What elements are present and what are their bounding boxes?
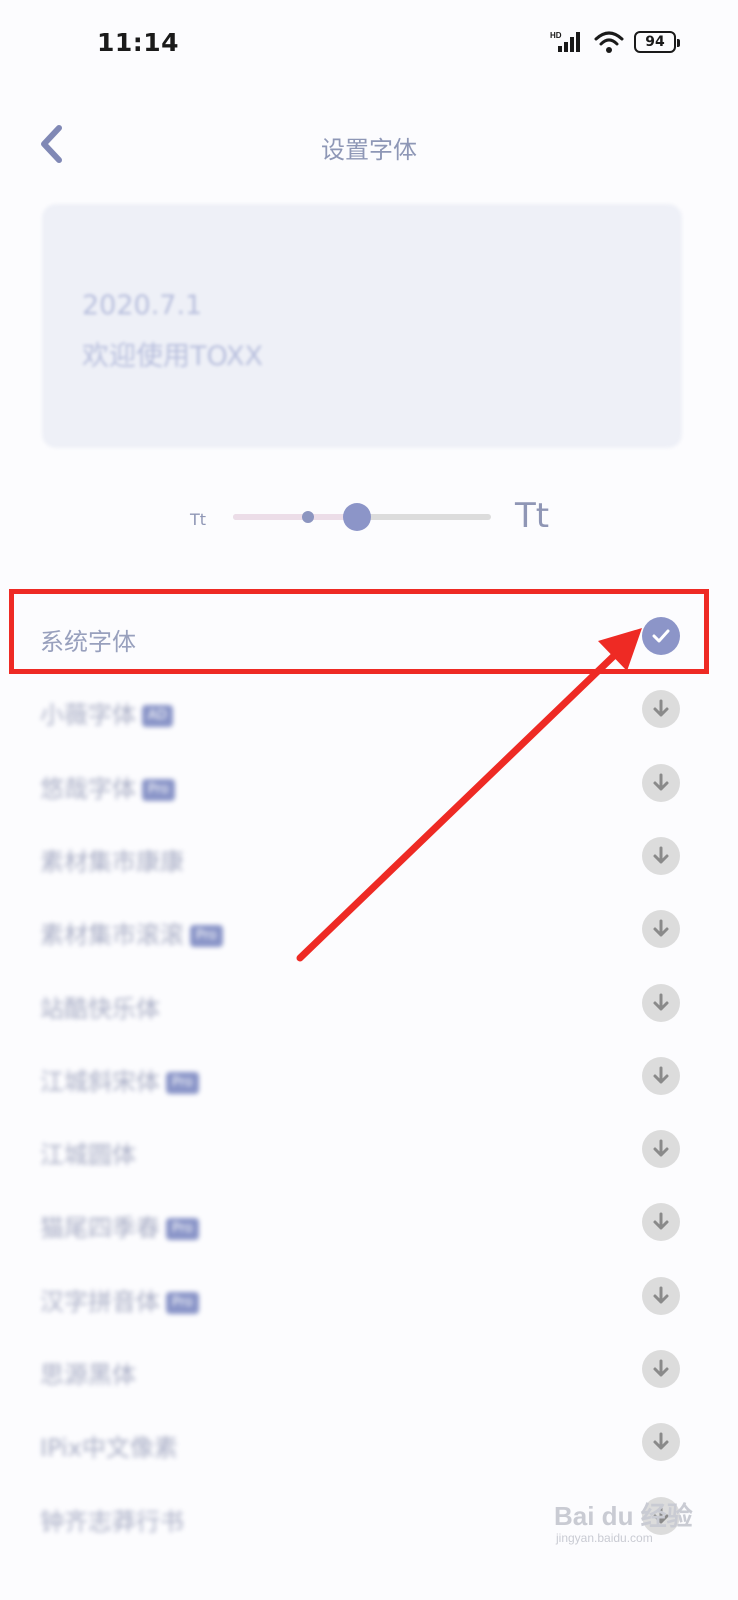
- font-list-item[interactable]: 江城圆体: [0, 1113, 738, 1187]
- font-list-item[interactable]: 悠哉字体 Pro: [0, 747, 738, 821]
- nav-bar: 设置字体: [0, 110, 738, 180]
- download-button[interactable]: [642, 1423, 680, 1461]
- selected-check-button[interactable]: [642, 617, 680, 655]
- font-name-label: 悠哉字体: [40, 775, 136, 803]
- font-list-item[interactable]: IPix中文像素: [0, 1406, 738, 1480]
- font-name-label: 汉字拼音体: [40, 1288, 160, 1316]
- font-name: 悠哉字体 Pro: [40, 769, 175, 804]
- font-list-item[interactable]: 站酷快乐体: [0, 967, 738, 1041]
- battery-indicator: 94: [634, 31, 680, 53]
- font-name-label: 江城斜宋体: [40, 1068, 160, 1096]
- font-badge: Pro: [142, 779, 175, 801]
- font-name-label: 江城圆体: [40, 1141, 136, 1169]
- font-name-label: 钟齐志莽行书: [40, 1508, 184, 1536]
- font-name: 系统字体: [40, 622, 136, 657]
- network-type-label: HD: [550, 31, 562, 40]
- download-icon: [653, 919, 669, 937]
- download-button[interactable]: [642, 984, 680, 1022]
- download-icon: [653, 846, 669, 864]
- wifi-icon: [594, 31, 624, 53]
- watermark-sub: jingyan.baidu.com: [556, 1531, 653, 1545]
- font-name: 江城圆体: [40, 1135, 136, 1170]
- status-icons: HD 94: [550, 30, 680, 54]
- font-badge: Pro: [166, 1292, 199, 1314]
- font-list-item[interactable]: 小薇字体 AD: [0, 673, 738, 747]
- font-name: 素材集市康康: [40, 842, 184, 877]
- font-name: 思源黑体: [40, 1355, 136, 1390]
- font-list-item[interactable]: 猫尾四季春 Pro: [0, 1186, 738, 1260]
- download-icon: [653, 773, 669, 791]
- preview-welcome-text: 欢迎使用TOXX: [82, 341, 264, 372]
- download-button[interactable]: [642, 1130, 680, 1168]
- slider-thumb[interactable]: [342, 503, 371, 531]
- download-icon: [653, 1359, 669, 1377]
- font-list-item[interactable]: 素材集市滚滚 Pro: [0, 893, 738, 967]
- font-name: 素材集市滚滚 Pro: [40, 915, 223, 950]
- watermark-text: Bai du 经验: [554, 1501, 693, 1531]
- font-badge: AD: [142, 705, 173, 727]
- font-list-item[interactable]: 系统字体: [0, 600, 738, 674]
- font-list-item[interactable]: 思源黑体: [0, 1333, 738, 1407]
- font-name: 小薇字体 AD: [40, 695, 173, 730]
- download-button[interactable]: [642, 764, 680, 802]
- download-icon: [653, 1066, 669, 1084]
- slider-default-mark: [301, 511, 314, 523]
- download-button[interactable]: [642, 1203, 680, 1241]
- font-list-item[interactable]: 汉字拼音体 Pro: [0, 1260, 738, 1334]
- download-icon: [653, 1432, 669, 1450]
- download-button[interactable]: [642, 837, 680, 875]
- status-bar: 11:14 HD 94: [0, 0, 738, 88]
- download-icon: [653, 1212, 669, 1230]
- slider-fill: [233, 514, 357, 520]
- font-name: 汉字拼音体 Pro: [40, 1282, 199, 1317]
- font-preview-card: 2020.7.1 欢迎使用TOXX: [42, 204, 682, 448]
- font-name-label: 素材集市康康: [40, 848, 184, 876]
- download-icon: [653, 699, 669, 717]
- preview-date: 2020.7.1: [82, 290, 203, 321]
- download-button[interactable]: [642, 690, 680, 728]
- font-name: IPix中文像素: [40, 1428, 178, 1463]
- font-name-label: 站酷快乐体: [40, 995, 160, 1023]
- download-icon: [653, 1139, 669, 1157]
- font-size-row: Tt Tt: [0, 490, 738, 550]
- font-name-label: 思源黑体: [40, 1361, 136, 1389]
- font-badge: Pro: [166, 1072, 199, 1094]
- font-name: 猫尾四季春 Pro: [40, 1208, 199, 1243]
- signal-icon: HD: [550, 31, 580, 52]
- small-size-label: Tt: [190, 510, 207, 529]
- download-button[interactable]: [642, 1350, 680, 1388]
- large-size-label: Tt: [515, 496, 550, 536]
- download-button[interactable]: [642, 1277, 680, 1315]
- font-name: 钟齐志莽行书: [40, 1502, 184, 1537]
- download-icon: [653, 993, 669, 1011]
- watermark: Bai du 经验 jingyan.baidu.com: [554, 1496, 693, 1545]
- font-name-label: 素材集市滚滚: [40, 921, 184, 949]
- font-list-item[interactable]: 江城斜宋体 Pro: [0, 1040, 738, 1114]
- status-time: 11:14: [97, 28, 180, 57]
- font-size-slider[interactable]: [233, 503, 491, 531]
- download-button[interactable]: [642, 910, 680, 948]
- font-name-label: 小薇字体: [40, 701, 136, 729]
- font-badge: Pro: [166, 1218, 199, 1240]
- font-name: 江城斜宋体 Pro: [40, 1062, 199, 1097]
- font-name: 站酷快乐体: [40, 989, 160, 1024]
- font-badge: Pro: [190, 925, 223, 947]
- font-list-item[interactable]: 素材集市康康: [0, 820, 738, 894]
- font-name-label: 系统字体: [40, 628, 136, 656]
- download-button[interactable]: [642, 1057, 680, 1095]
- font-name-label: 猫尾四季春: [40, 1214, 160, 1242]
- font-name-label: IPix中文像素: [40, 1434, 178, 1462]
- page-title: 设置字体: [321, 136, 417, 164]
- check-icon: [652, 629, 670, 643]
- download-icon: [653, 1286, 669, 1304]
